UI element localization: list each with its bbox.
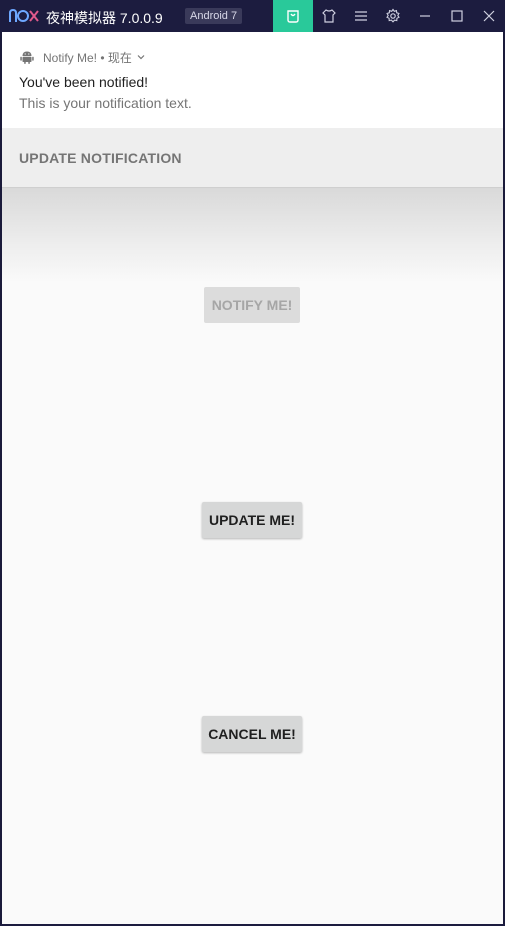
android-icon [20,51,34,64]
emulator-titlebar: 夜神模拟器 7.0.0.9 Android 7 [0,0,505,32]
notification-actions: UPDATE NOTIFICATION [2,128,503,188]
update-me-button[interactable]: UPDATE ME! [202,502,302,538]
gear-icon [386,8,400,23]
cancel-me-button[interactable]: CANCEL ME! [202,716,302,752]
notification-app-name: Notify Me! • 现在 [43,50,132,65]
theme-button[interactable] [313,0,345,32]
close-button[interactable] [473,0,505,32]
emulator-title: 夜神模拟器 7.0.0.9 [46,10,163,26]
menu-icon [355,11,367,21]
close-icon [483,10,495,22]
maximize-button[interactable] [441,0,473,32]
menu-button[interactable] [345,0,377,32]
shirt-icon [322,9,336,23]
notification-text: This is your notification text. [19,95,192,111]
maximize-icon [451,10,463,22]
notification-title: You've been notified! [19,74,149,90]
android-screen: Notify Me! • 现在 You've been notified! Th… [2,32,503,924]
store-button[interactable] [273,0,313,32]
minimize-button[interactable] [409,0,441,32]
update-notification-button[interactable]: UPDATE NOTIFICATION [19,150,182,166]
notification-card[interactable]: Notify Me! • 现在 You've been notified! Th… [2,32,503,128]
notification-shadow [2,188,503,283]
nox-logo [9,8,39,22]
notification-header: Notify Me! • 现在 [19,49,146,65]
store-icon [287,10,299,23]
android-version-badge: Android 7 [185,8,243,24]
minimize-icon [420,15,430,17]
notify-me-button[interactable]: NOTIFY ME! [204,287,300,323]
chevron-down-icon[interactable] [136,52,146,62]
settings-button[interactable] [377,0,409,32]
